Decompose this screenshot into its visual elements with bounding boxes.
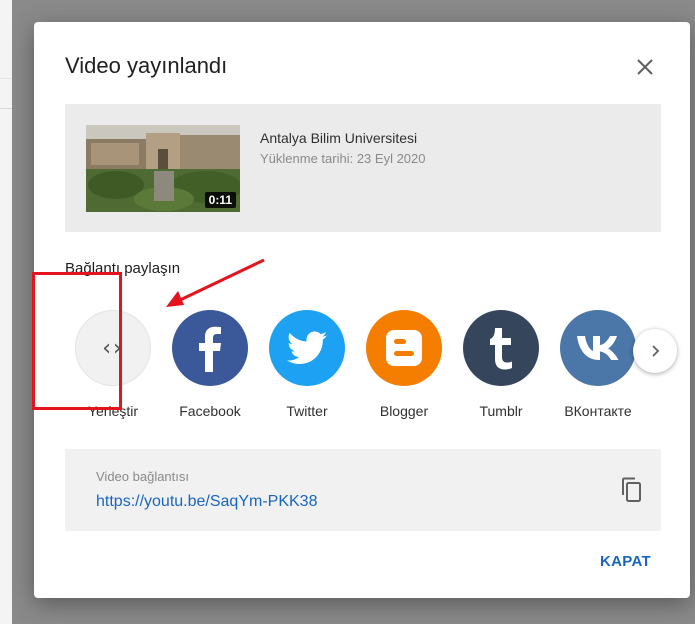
share-tumblr-button[interactable]: Tumblr	[453, 310, 549, 419]
video-title: Antalya Bilim Universitesi	[260, 130, 418, 146]
tumblr-icon	[490, 328, 512, 370]
share-item-label: ВКонтакте	[564, 403, 632, 419]
video-duration-badge: 0:11	[204, 192, 236, 208]
video-upload-date: Yüklenme tarihi: 23 Eyl 2020	[260, 151, 426, 166]
page-backdrop	[0, 0, 12, 624]
blogger-icon	[386, 330, 422, 366]
backdrop-divider	[0, 108, 12, 109]
facebook-icon	[199, 326, 221, 372]
twitter-icon	[287, 331, 327, 364]
dialog-title: Video yayınlandı	[65, 53, 228, 78]
backdrop-divider	[0, 78, 12, 79]
share-facebook-button[interactable]: Facebook	[162, 310, 258, 419]
facebook-icon-circle	[172, 310, 248, 386]
chevron-right-icon	[652, 345, 660, 357]
annotation-arrow-icon	[166, 258, 265, 307]
share-item-label: Twitter	[286, 403, 328, 419]
twitter-icon-circle	[269, 310, 345, 386]
vk-icon	[577, 336, 619, 360]
video-link-card: Video bağlantısı https://youtu.be/SaqYm-…	[65, 449, 661, 531]
close-icon-button[interactable]	[628, 50, 662, 84]
share-blogger-button[interactable]: Blogger	[356, 310, 452, 419]
close-icon	[637, 59, 653, 75]
share-twitter-button[interactable]: Twitter	[259, 310, 355, 419]
copy-link-button[interactable]	[616, 475, 646, 505]
share-next-button[interactable]	[633, 329, 677, 373]
share-item-label: Tumblr	[479, 403, 523, 419]
share-vk-button[interactable]: ВКонтакте	[550, 310, 646, 419]
share-item-label: Blogger	[379, 403, 429, 419]
video-link-caption: Video bağlantısı	[96, 469, 189, 484]
vk-icon-circle	[560, 310, 636, 386]
video-card: 0:11 Antalya Bilim Universitesi Yüklenme…	[65, 104, 661, 232]
highlight-box	[32, 272, 122, 410]
blogger-icon-circle	[366, 310, 442, 386]
video-link-url[interactable]: https://youtu.be/SaqYm-PKK38	[96, 493, 317, 511]
close-button[interactable]: KAPAT	[600, 553, 651, 570]
video-thumbnail[interactable]: 0:11	[86, 125, 240, 212]
tumblr-icon-circle	[463, 310, 539, 386]
share-dialog: Video yayınlandı 0:11 Antalya Bilim Univ…	[34, 22, 690, 598]
copy-icon	[622, 477, 641, 502]
share-item-label: Facebook	[179, 403, 241, 419]
